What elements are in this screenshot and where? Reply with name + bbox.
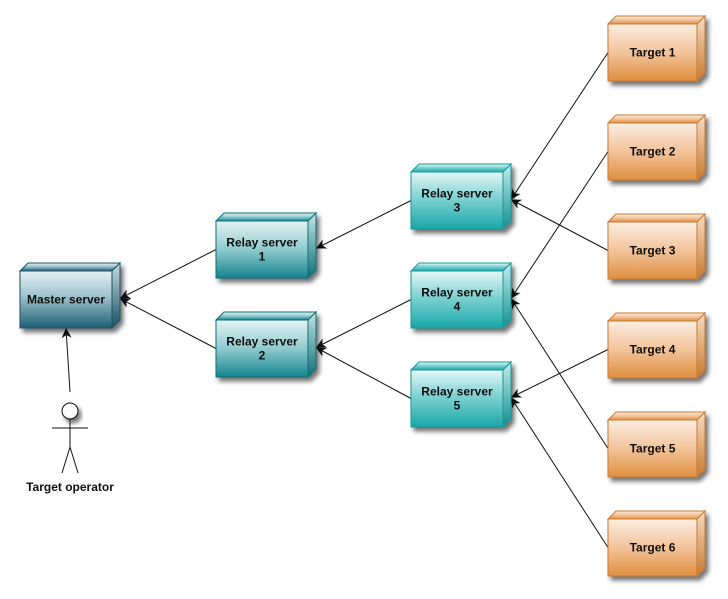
node-top-face bbox=[606, 114, 707, 124]
node-label: Relay server bbox=[421, 385, 493, 399]
node-target1[interactable]: Target 1 bbox=[606, 14, 707, 83]
node-side-face bbox=[696, 113, 706, 182]
node-side-face bbox=[502, 261, 512, 330]
node-top-face bbox=[606, 312, 707, 322]
node-side-face bbox=[111, 261, 121, 330]
node-top-face bbox=[606, 411, 707, 421]
node-target3[interactable]: Target 3 bbox=[606, 212, 707, 281]
node-label: Relay server bbox=[421, 187, 493, 201]
actor-target-operator[interactable] bbox=[61, 402, 79, 420]
node-label: 1 bbox=[259, 250, 266, 264]
node-label: Relay server bbox=[226, 236, 298, 250]
node-side-face bbox=[307, 310, 317, 379]
node-label: 2 bbox=[259, 349, 266, 363]
node-top-face bbox=[214, 212, 318, 222]
node-label: Target 4 bbox=[630, 343, 676, 357]
node-side-face bbox=[502, 162, 512, 231]
node-target2[interactable]: Target 2 bbox=[606, 113, 707, 182]
edge-operator-to-master bbox=[61, 327, 72, 393]
edge-relay4-to-relay2 bbox=[315, 299, 412, 348]
node-target5[interactable]: Target 5 bbox=[606, 410, 707, 479]
node-label: Target 1 bbox=[630, 46, 676, 60]
node-master[interactable]: Master server bbox=[18, 261, 122, 330]
edge-target6-to-relay5 bbox=[510, 397, 609, 548]
node-relay4[interactable]: Relay server4 bbox=[409, 261, 513, 330]
node-label: Target 5 bbox=[630, 442, 676, 456]
node-top-face bbox=[409, 163, 513, 173]
node-label: Master server bbox=[27, 293, 105, 307]
node-label: 4 bbox=[454, 300, 461, 314]
edges-layer bbox=[61, 52, 609, 548]
node-side-face bbox=[696, 212, 706, 281]
node-label: Target 6 bbox=[630, 541, 676, 555]
node-top-face bbox=[409, 361, 513, 371]
edge-relay2-to-master bbox=[119, 298, 217, 349]
node-side-face bbox=[696, 410, 706, 479]
node-label: Relay server bbox=[226, 335, 298, 349]
node-label: 5 bbox=[454, 399, 461, 413]
edge-target4-to-relay5 bbox=[510, 349, 609, 398]
node-top-face bbox=[18, 262, 122, 272]
node-top-face bbox=[606, 510, 707, 520]
edge-relay5-to-relay2 bbox=[315, 347, 412, 399]
node-label: Relay server bbox=[421, 286, 493, 300]
node-side-face bbox=[307, 211, 317, 280]
node-side-face bbox=[696, 509, 706, 578]
deployment-diagram: Master serverRelay server1Relay server2R… bbox=[18, 14, 707, 578]
node-label: 3 bbox=[454, 201, 461, 215]
edge-relay3-to-relay1 bbox=[315, 200, 412, 249]
node-top-face bbox=[606, 213, 707, 223]
edge-target2-to-relay4 bbox=[510, 151, 609, 299]
node-relay5[interactable]: Relay server5 bbox=[409, 360, 513, 429]
node-relay2[interactable]: Relay server2 bbox=[214, 310, 318, 379]
node-side-face bbox=[502, 360, 512, 429]
nodes-layer: Master serverRelay server1Relay server2R… bbox=[18, 14, 707, 578]
edge-target1-to-relay3 bbox=[510, 52, 609, 200]
edge-relay1-to-master bbox=[119, 249, 217, 299]
node-top-face bbox=[214, 311, 318, 321]
node-relay1[interactable]: Relay server1 bbox=[214, 211, 318, 280]
node-relay3[interactable]: Relay server3 bbox=[409, 162, 513, 231]
node-top-face bbox=[409, 262, 513, 272]
node-label: Target 3 bbox=[630, 244, 676, 258]
node-top-face bbox=[606, 15, 707, 25]
node-side-face bbox=[696, 14, 706, 83]
actor-label: Target operator bbox=[26, 480, 114, 494]
node-target6[interactable]: Target 6 bbox=[606, 509, 707, 578]
node-side-face bbox=[696, 311, 706, 380]
node-target4[interactable]: Target 4 bbox=[606, 311, 707, 380]
actor-head-icon bbox=[61, 402, 79, 420]
node-label: Target 2 bbox=[630, 145, 676, 159]
stick-figure-icon bbox=[52, 419, 88, 474]
